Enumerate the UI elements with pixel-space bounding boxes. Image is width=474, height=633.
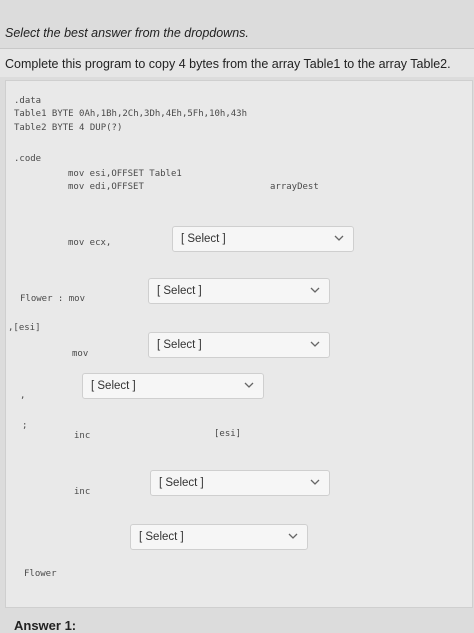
dropdown-1-value: [ Select ] bbox=[181, 233, 226, 245]
array-dest-label: arrayDest bbox=[270, 182, 319, 192]
comma-separator: , bbox=[20, 391, 26, 401]
dropdown-3[interactable]: [ Select ] bbox=[148, 332, 330, 358]
flower-label: Flower bbox=[24, 569, 57, 579]
dropdown-3-value: [ Select ] bbox=[157, 339, 202, 351]
inc-line-2: inc bbox=[74, 487, 91, 497]
dropdown-5[interactable]: [ Select ] bbox=[150, 470, 330, 496]
table2-declaration: Table2 BYTE 4 DUP(?) bbox=[14, 123, 123, 133]
chevron-down-icon bbox=[288, 533, 298, 539]
question-text: Complete this program to copy 4 bytes fr… bbox=[5, 57, 451, 71]
dropdown-1[interactable]: [ Select ] bbox=[172, 226, 354, 252]
data-directive: .data bbox=[14, 96, 42, 106]
dropdown-4-value: [ Select ] bbox=[91, 380, 136, 392]
dropdown-6[interactable]: [ Select ] bbox=[130, 524, 308, 550]
dropdown-4[interactable]: [ Select ] bbox=[82, 373, 264, 399]
inc-line-1: inc bbox=[74, 431, 91, 441]
mov-line: mov bbox=[72, 349, 89, 359]
dropdown-6-value: [ Select ] bbox=[139, 531, 184, 543]
code-directive: .code bbox=[14, 154, 42, 164]
mov-esi-line: mov esi,OFFSET Table1 bbox=[68, 169, 182, 179]
mov-edi-line: mov edi,OFFSET bbox=[68, 182, 144, 192]
dropdown-5-value: [ Select ] bbox=[159, 477, 204, 489]
chevron-down-icon bbox=[310, 479, 320, 485]
table1-declaration: Table1 BYTE 0Ah,1Bh,2Ch,3Dh,4Eh,5Fh,10h,… bbox=[14, 109, 247, 119]
answer-label: Answer 1: bbox=[14, 618, 77, 633]
dropdown-2[interactable]: [ Select ] bbox=[148, 278, 330, 304]
chevron-down-icon bbox=[310, 341, 320, 347]
esi-operand: ,[esi] bbox=[8, 323, 41, 333]
instructions: Select the best answer from the dropdown… bbox=[5, 26, 249, 40]
chevron-down-icon bbox=[310, 287, 320, 293]
dropdown-2-value: [ Select ] bbox=[157, 285, 202, 297]
chevron-down-icon bbox=[334, 235, 344, 241]
chevron-down-icon bbox=[244, 382, 254, 388]
semicolon: ; bbox=[22, 421, 28, 431]
esi-bracket-operand: [esi] bbox=[214, 429, 242, 439]
flower-mov-line: Flower : mov bbox=[20, 294, 86, 304]
mov-ecx-line: mov ecx, bbox=[68, 238, 112, 248]
